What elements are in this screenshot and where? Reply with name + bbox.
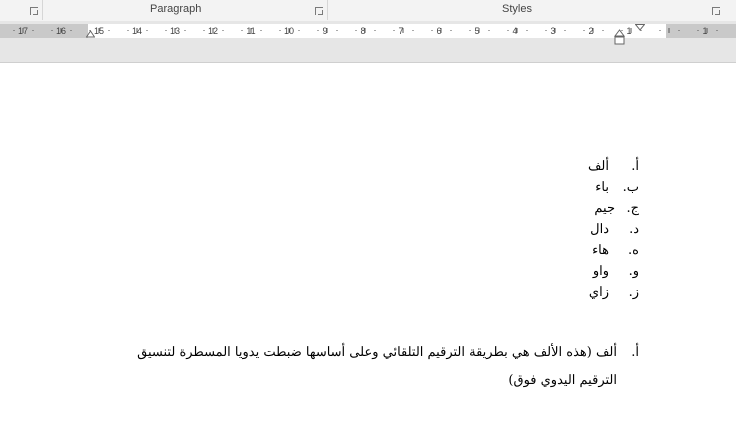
ruler-tick — [222, 30, 223, 31]
list-text: جيم — [594, 201, 615, 216]
ruler-tick — [440, 28, 442, 33]
ruler-tick — [678, 30, 679, 31]
ruler-tick — [146, 30, 147, 31]
ruler-tick — [260, 30, 261, 31]
ruler-tick — [583, 30, 584, 31]
list-number: د. — [629, 222, 639, 237]
ruler-tick — [393, 30, 394, 31]
ruler-tick — [212, 28, 214, 33]
list-item[interactable]: ج. جيم — [594, 201, 639, 221]
list-number: أ. — [631, 159, 639, 174]
ruler-tick — [450, 30, 451, 31]
ruler-tick — [516, 28, 518, 33]
ruler-tick — [355, 30, 356, 31]
horizontal-ruler[interactable]: 17 16 15 14 13 12 11 10 9 8 7 6 5 4 3 2 … — [0, 24, 736, 38]
ruler-zone: 17 16 15 14 13 12 11 10 9 8 7 6 5 4 3 2 … — [0, 21, 736, 63]
list-number: ز. — [628, 285, 639, 300]
document-page[interactable]: أ. ألف ب. باء ج. جيم د. دال ه. هاء و. واو ز. زا… — [0, 63, 736, 421]
ruler-tick — [60, 28, 62, 33]
ruler-tick — [136, 28, 138, 33]
numbered-paragraph[interactable]: أ. ألف (هذه الألف هي بطريقة الترقيم التل… — [99, 339, 639, 395]
ruler-tick — [630, 28, 632, 33]
list-item[interactable]: د. دال — [590, 222, 639, 242]
ruler-tick — [184, 30, 185, 31]
list-item[interactable]: أ. ألف — [588, 159, 639, 179]
list-number: ب. — [622, 180, 639, 195]
ruler-tick — [602, 30, 603, 31]
list-item[interactable]: و. واو — [593, 264, 639, 284]
list-text: دال — [590, 222, 609, 237]
ruler-tick — [89, 30, 90, 31]
list-number: و. — [628, 264, 639, 279]
ruler-tick — [545, 30, 546, 31]
styles-group-label: Styles — [502, 3, 532, 15]
ruler-tick — [98, 28, 100, 33]
ruler-tick — [250, 28, 252, 33]
ruler-tick — [336, 30, 337, 31]
ruler-tick — [70, 30, 71, 31]
ruler-tick — [241, 30, 242, 31]
ruler-tick — [364, 28, 366, 33]
ruler-tick — [13, 30, 14, 31]
ruler-tick — [507, 30, 508, 31]
paragraph-number: أ. — [631, 345, 639, 360]
ruler-tick — [659, 30, 660, 31]
ruler-tick — [127, 30, 128, 31]
list-item[interactable]: ز. زاي — [589, 285, 639, 305]
ruler-tick — [326, 28, 328, 33]
group-separator — [327, 0, 328, 20]
ruler-tick — [174, 28, 176, 33]
left-indent-marker-icon[interactable] — [86, 26, 95, 38]
ruler-tick — [697, 30, 698, 31]
styles-dialog-launcher-icon[interactable] — [712, 7, 720, 15]
ruler-tick — [564, 30, 565, 31]
ruler-tick — [203, 30, 204, 31]
ruler-tick — [431, 30, 432, 31]
ruler-tick — [165, 30, 166, 31]
ruler-tick — [298, 30, 299, 31]
ruler-tick — [279, 30, 280, 31]
list-item[interactable]: ه. هاء — [592, 243, 639, 263]
ruler-tick — [51, 30, 52, 31]
list-number: ج. — [626, 201, 639, 216]
ruler-tick — [668, 28, 670, 33]
list-text: زاي — [588, 285, 609, 300]
ruler-tick — [374, 30, 375, 31]
list-text: واو — [592, 264, 609, 279]
list-text: باء — [595, 180, 609, 195]
paragraph-group-label: Paragraph — [150, 3, 202, 15]
ruler-tick — [554, 28, 556, 33]
ruler-tick — [592, 28, 594, 33]
ruler-tick — [22, 28, 24, 33]
paragraph-text: ألف (هذه الألف هي بطريقة الترقيم التلقائ… — [137, 345, 617, 388]
ruler-tick — [716, 30, 717, 31]
ruler-tick — [526, 30, 527, 31]
ruler-tick — [402, 28, 404, 33]
hanging-indent-marker-icon[interactable] — [614, 29, 625, 46]
ruler-left-margin — [0, 24, 88, 38]
ruler-tick — [478, 28, 480, 33]
ruler-tick — [317, 30, 318, 31]
list-text: ألف — [587, 159, 609, 174]
ruler-tick — [288, 28, 290, 33]
ruler-tick — [32, 30, 33, 31]
ruler-tick — [488, 30, 489, 31]
ruler-tick — [706, 28, 708, 33]
group-separator — [42, 0, 43, 20]
list-text: هاء — [592, 243, 609, 258]
paragraph-dialog-launcher-icon[interactable] — [315, 7, 323, 15]
list-number: ه. — [628, 243, 639, 258]
list-item[interactable]: ب. باء — [595, 180, 639, 200]
ruler-tick — [640, 30, 641, 31]
font-dialog-launcher-icon[interactable] — [30, 7, 38, 15]
ribbon-group-bar: Paragraph Styles — [0, 0, 736, 22]
ruler-tick — [412, 30, 413, 31]
ruler-tick — [108, 30, 109, 31]
ruler-tick — [469, 30, 470, 31]
ruler-right-margin — [666, 24, 736, 38]
